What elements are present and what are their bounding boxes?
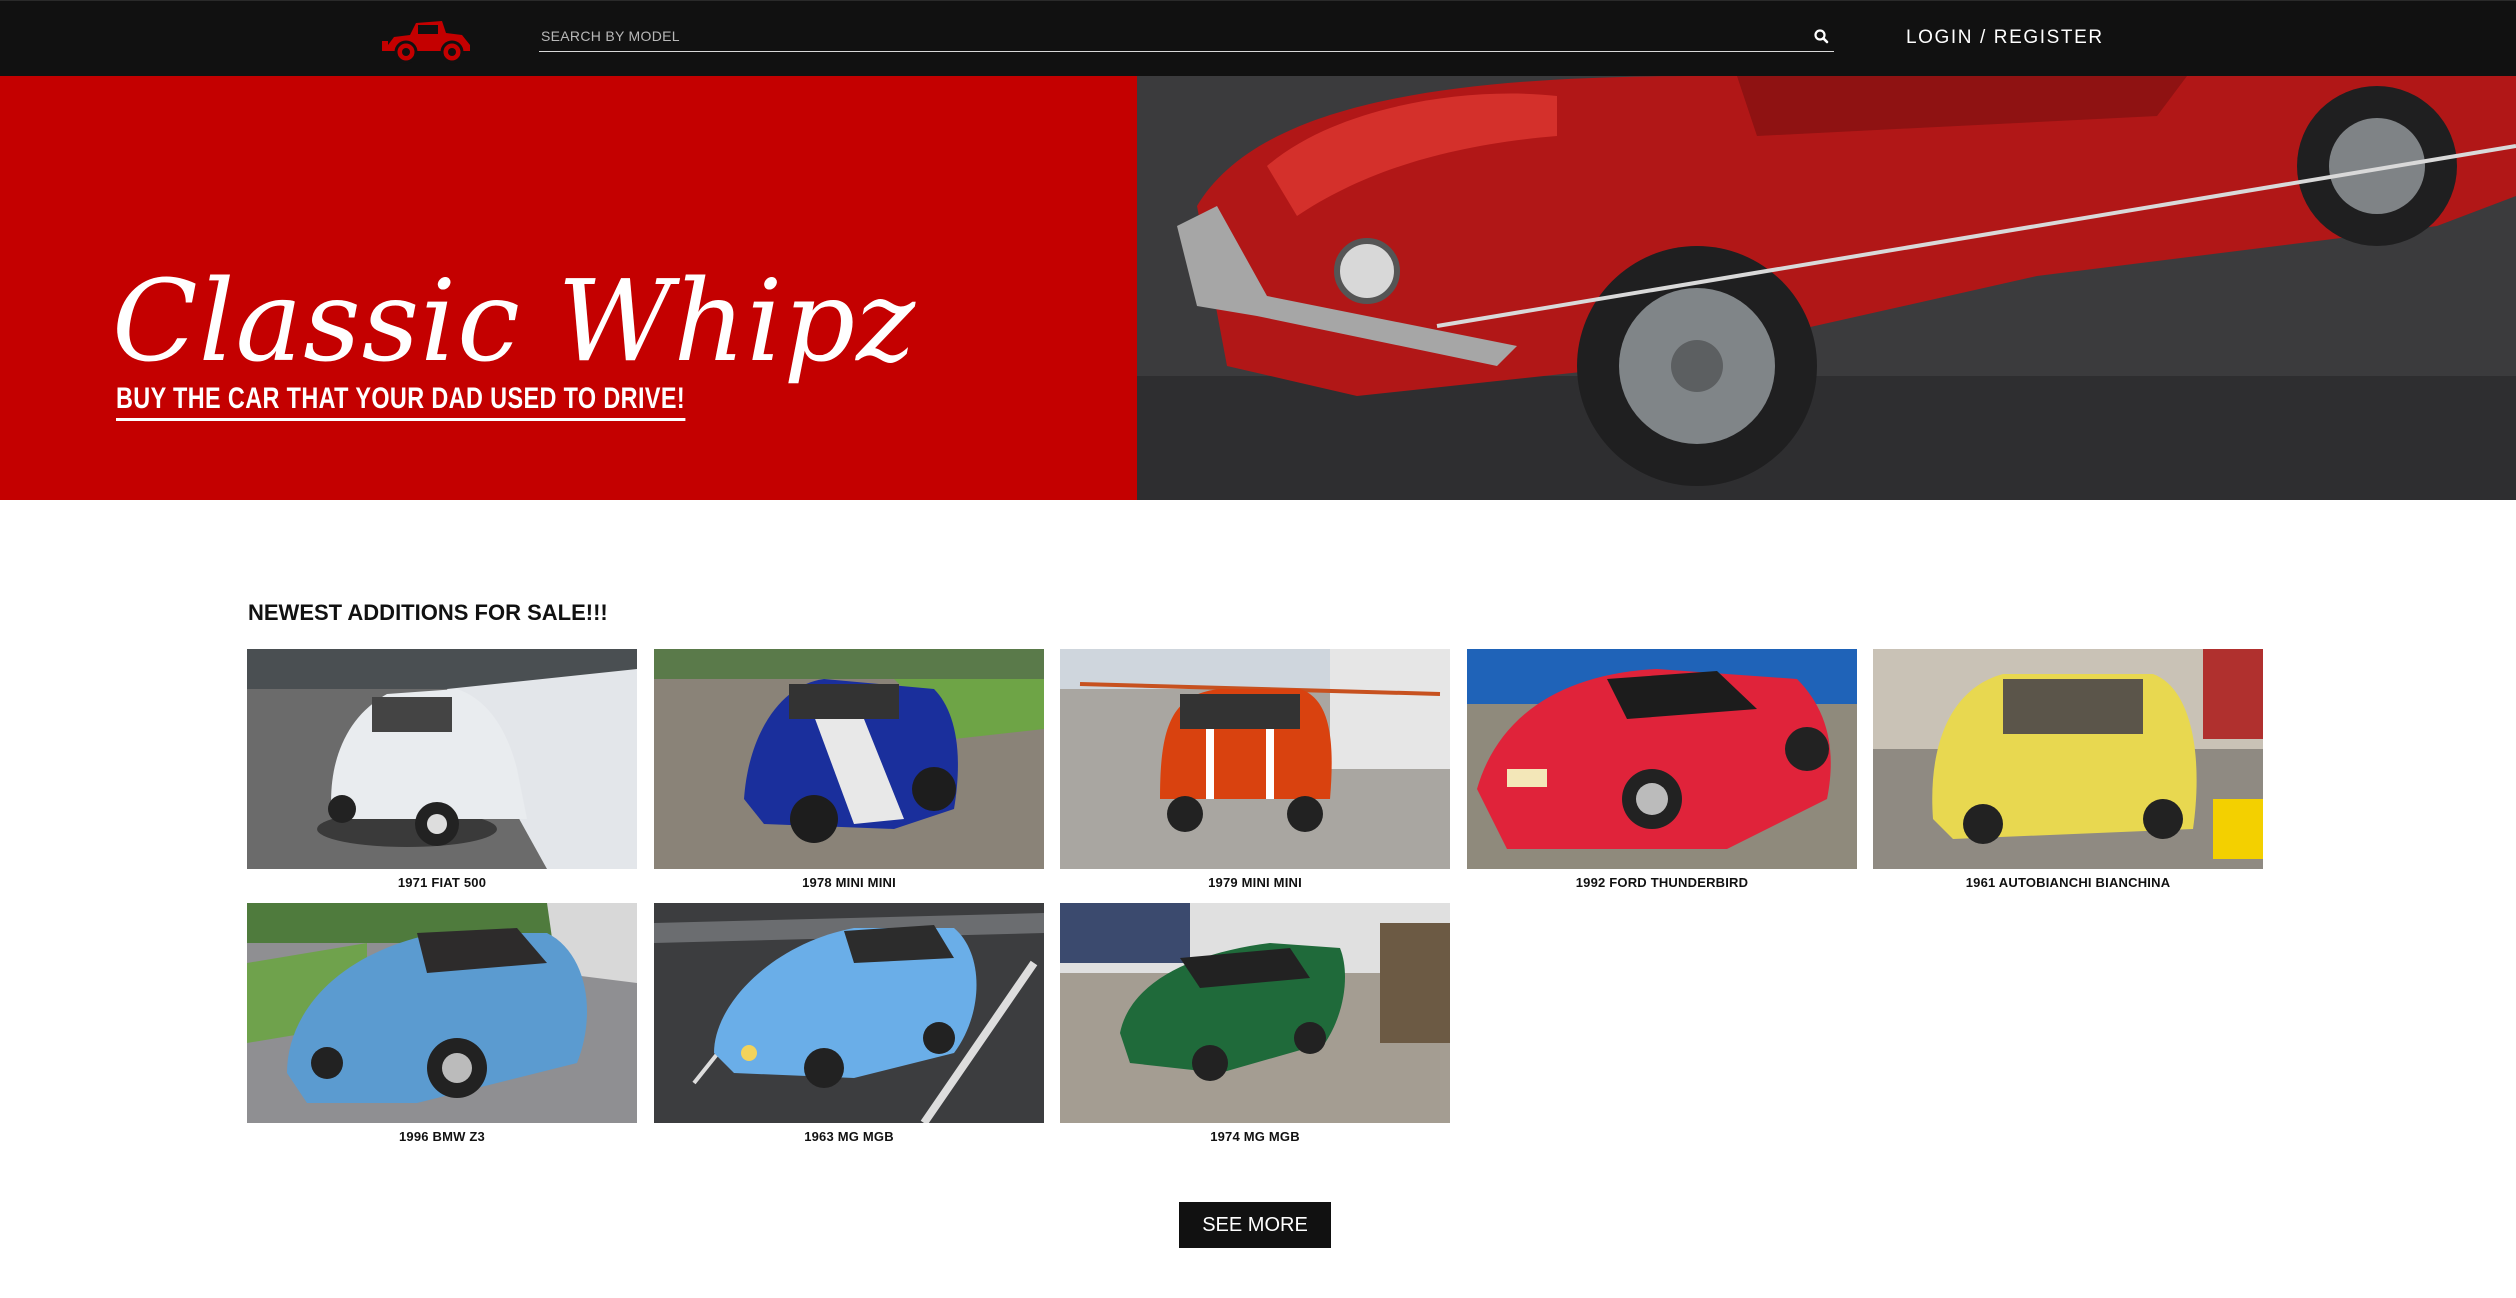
car-title[interactable]: 1996 BMW Z3 <box>247 1129 637 1144</box>
brand-logo: Classic Whipz BUY THE CAR THAT YOUR DAD … <box>112 266 915 546</box>
car-listing-card[interactable]: 1996 BMW Z3 <box>247 903 637 1144</box>
car-photo[interactable] <box>247 903 637 1123</box>
hero-brand-panel: Classic Whipz BUY THE CAR THAT YOUR DAD … <box>0 76 1137 500</box>
search-bar <box>539 23 1834 52</box>
vintage-car-icon[interactable] <box>380 15 474 65</box>
car-listing-card[interactable]: 1992 FORD THUNDERBIRD <box>1467 649 1857 890</box>
hero-banner: Classic Whipz BUY THE CAR THAT YOUR DAD … <box>0 76 2516 500</box>
car-title[interactable]: 1978 MINI MINI <box>654 875 1044 890</box>
car-listing-card[interactable]: 1963 MG MGB <box>654 903 1044 1144</box>
car-listing-card[interactable]: 1974 MG MGB <box>1060 903 1450 1144</box>
car-listing-card[interactable]: 1978 MINI MINI <box>654 649 1044 890</box>
car-photo[interactable] <box>1873 649 2263 869</box>
hero-car-image <box>1137 76 2516 500</box>
car-photo[interactable] <box>1060 903 1450 1123</box>
brand-tagline: BUY THE CAR THAT YOUR DAD USED TO DRIVE! <box>116 382 686 421</box>
car-photo[interactable] <box>654 903 1044 1123</box>
car-title[interactable]: 1963 MG MGB <box>654 1129 1044 1144</box>
car-title[interactable]: 1992 FORD THUNDERBIRD <box>1467 875 1857 890</box>
search-icon[interactable] <box>1812 27 1832 47</box>
search-input[interactable] <box>541 23 1781 49</box>
car-photo[interactable] <box>1467 649 1857 869</box>
top-navbar: LOGIN / REGISTER <box>0 0 2516 76</box>
car-title[interactable]: 1979 MINI MINI <box>1060 875 1450 890</box>
car-listing-card[interactable]: 1961 AUTOBIANCHI BIANCHINA <box>1873 649 2263 890</box>
car-title[interactable]: 1974 MG MGB <box>1060 1129 1450 1144</box>
car-listing-card[interactable]: 1979 MINI MINI <box>1060 649 1450 890</box>
see-more-button[interactable]: SEE MORE <box>1179 1202 1331 1248</box>
car-photo[interactable] <box>247 649 637 869</box>
car-title[interactable]: 1961 AUTOBIANCHI BIANCHINA <box>1873 875 2263 890</box>
car-photo[interactable] <box>654 649 1044 869</box>
car-photo[interactable] <box>1060 649 1450 869</box>
section-title: NEWEST ADDITIONS FOR SALE!!! <box>248 600 608 625</box>
car-listing-card[interactable]: 1971 FIAT 500 <box>247 649 637 890</box>
car-title[interactable]: 1971 FIAT 500 <box>247 875 637 890</box>
login-register-link[interactable]: LOGIN / REGISTER <box>1906 27 2104 49</box>
brand-title: Classic Whipz <box>112 257 917 387</box>
